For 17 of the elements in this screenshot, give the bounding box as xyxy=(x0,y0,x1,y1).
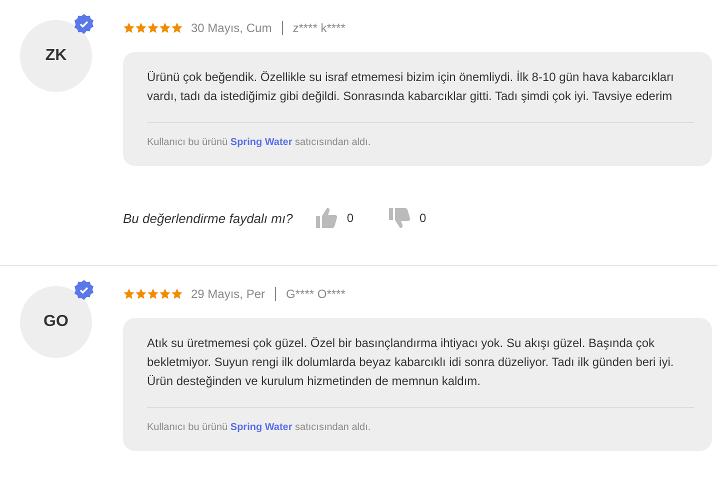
user-initials: GO xyxy=(44,313,68,331)
seller-note: Kullanıcı bu ürünü Spring Water satıcısından aldı. xyxy=(147,137,372,148)
helpful-question: Bu değerlendirme faydalı mı? xyxy=(123,210,293,226)
thumbs-up-icon[interactable] xyxy=(314,206,339,230)
seller-link[interactable]: Spring Water xyxy=(230,137,292,148)
review-text: Atık su üretmemesi çok güzel. Özel bir basınçlandırma ihtiyacı yok. Su akışı güzel. Başında çok bekletmiyor. Suyun rengi ilk dolumlarda beyaz kabarcıklı idi sonra düzeliyor. Tadı ilk günden beri iyi. Ürün desteğinden ve kurulum hizmetinden de memnun kaldım. xyxy=(147,335,675,390)
thumbs-down-icon[interactable] xyxy=(388,206,412,230)
dislike-count: 0 xyxy=(420,211,426,225)
author-name: G**** O**** xyxy=(286,287,346,301)
review-date: 29 Mayıs, Per xyxy=(191,287,266,301)
seller-note: Kullanıcı bu ürünü Spring Water satıcısından aldı. xyxy=(147,422,372,433)
author-name: z**** k**** xyxy=(292,21,346,35)
review-text: Ürünü çok beğendik. Özellikle su israf etmemesi bizim için önemliydi. İlk 8-10 gün hava kabarcıkları vardı, tadı da istediğimiz gibi değildi. Sonrasında kabarcıklar gitti. Tadı şimdi çok iyi. Tavsiye ederim xyxy=(147,69,675,105)
seller-link[interactable]: Spring Water xyxy=(230,422,292,433)
like-count: 0 xyxy=(346,211,354,225)
user-initials: ZK xyxy=(45,47,67,65)
review-date: 30 Mayıs, Cum xyxy=(191,21,272,35)
